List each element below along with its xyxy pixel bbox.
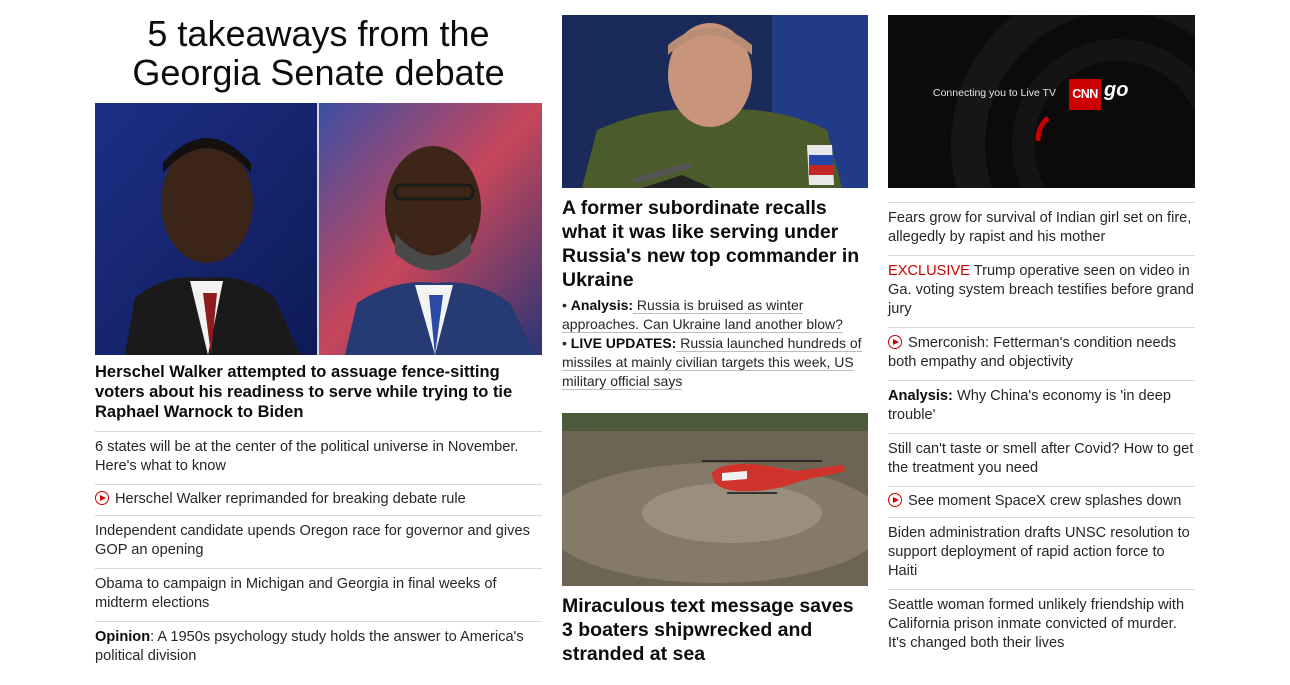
live-updates-label: LIVE UPDATES: bbox=[570, 335, 677, 351]
list-item-text: Herschel Walker reprimanded for breaking… bbox=[115, 491, 466, 507]
list-item-text: Still can't taste or smell after Covid? … bbox=[888, 441, 1194, 476]
list-item-text: Independent candidate upends Oregon race… bbox=[95, 523, 530, 558]
bullet-analysis[interactable]: • Analysis: Russia is bruised as winter … bbox=[562, 296, 868, 334]
play-video-icon bbox=[95, 491, 109, 505]
commander-photo[interactable] bbox=[562, 15, 868, 188]
left-story-list: 6 states will be at the center of the po… bbox=[95, 431, 542, 674]
go-logo: go bbox=[1104, 79, 1129, 101]
play-video-icon bbox=[888, 335, 902, 349]
commander-headline[interactable]: A former subordinate recalls what it was… bbox=[562, 196, 868, 292]
list-item[interactable]: Herschel Walker reprimanded for breaking… bbox=[95, 484, 542, 515]
list-item[interactable]: Fears grow for survival of Indian girl s… bbox=[888, 202, 1195, 255]
list-item-text: : A 1950s psychology study holds the ans… bbox=[95, 629, 524, 664]
debate-image bbox=[95, 103, 542, 355]
bullet-live-updates[interactable]: • LIVE UPDATES: Russia launched hundreds… bbox=[562, 334, 868, 391]
debate-photo[interactable] bbox=[95, 103, 542, 355]
analysis-label: Analysis: bbox=[570, 297, 634, 313]
list-item-text: Seattle woman formed unlikely friendship… bbox=[888, 597, 1185, 651]
list-item[interactable]: Biden administration drafts UNSC resolut… bbox=[888, 517, 1195, 589]
list-item[interactable]: Independent candidate upends Oregon race… bbox=[95, 515, 542, 568]
lead-story-text[interactable]: Herschel Walker attempted to assuage fen… bbox=[95, 362, 535, 422]
list-item[interactable]: Seattle woman formed unlikely friendship… bbox=[888, 589, 1195, 661]
list-item-text: Obama to campaign in Michigan and Georgi… bbox=[95, 576, 497, 611]
list-item[interactable]: Still can't taste or smell after Covid? … bbox=[888, 433, 1195, 486]
player-rings bbox=[951, 15, 1195, 188]
helicopter-photo[interactable] bbox=[562, 413, 868, 586]
commander-bullets: • Analysis: Russia is bruised as winter … bbox=[562, 296, 868, 391]
exclusive-label: EXCLUSIVE bbox=[888, 263, 970, 279]
list-item[interactable]: Analysis: Why China's economy is 'in dee… bbox=[888, 380, 1195, 433]
live-tv-player[interactable]: Connecting you to Live TV CNN go bbox=[888, 15, 1195, 188]
commander-image bbox=[562, 15, 868, 188]
list-item[interactable]: Obama to campaign in Michigan and Georgi… bbox=[95, 568, 542, 621]
list-item[interactable]: 6 states will be at the center of the po… bbox=[95, 431, 542, 484]
cnn-logo: CNN bbox=[1069, 79, 1101, 110]
list-item[interactable]: Smerconish: Fetterman's condition needs … bbox=[888, 327, 1195, 380]
list-item[interactable]: Opinion: A 1950s psychology study holds … bbox=[95, 621, 542, 674]
list-item[interactable]: EXCLUSIVE Trump operative seen on video … bbox=[888, 255, 1195, 327]
list-item-text: Fears grow for survival of Indian girl s… bbox=[888, 210, 1192, 245]
boaters-headline[interactable]: Miraculous text message saves 3 boaters … bbox=[562, 594, 868, 666]
list-item-text: Smerconish: Fetterman's condition needs … bbox=[888, 335, 1177, 370]
list-item-text: 6 states will be at the center of the po… bbox=[95, 439, 519, 474]
list-item[interactable]: See moment SpaceX crew splashes down bbox=[888, 486, 1195, 517]
helicopter-image bbox=[562, 413, 868, 586]
list-item-text: Biden administration drafts UNSC resolut… bbox=[888, 525, 1190, 579]
analysis-label: Analysis: bbox=[888, 388, 953, 404]
connecting-text: Connecting you to Live TV bbox=[933, 87, 1056, 99]
main-headline[interactable]: 5 takeaways from the Georgia Senate deba… bbox=[95, 14, 542, 92]
opinion-label: Opinion bbox=[95, 629, 151, 645]
play-video-icon bbox=[888, 493, 902, 507]
right-story-list: Fears grow for survival of Indian girl s… bbox=[888, 202, 1195, 661]
list-item-text: See moment SpaceX crew splashes down bbox=[908, 493, 1182, 509]
